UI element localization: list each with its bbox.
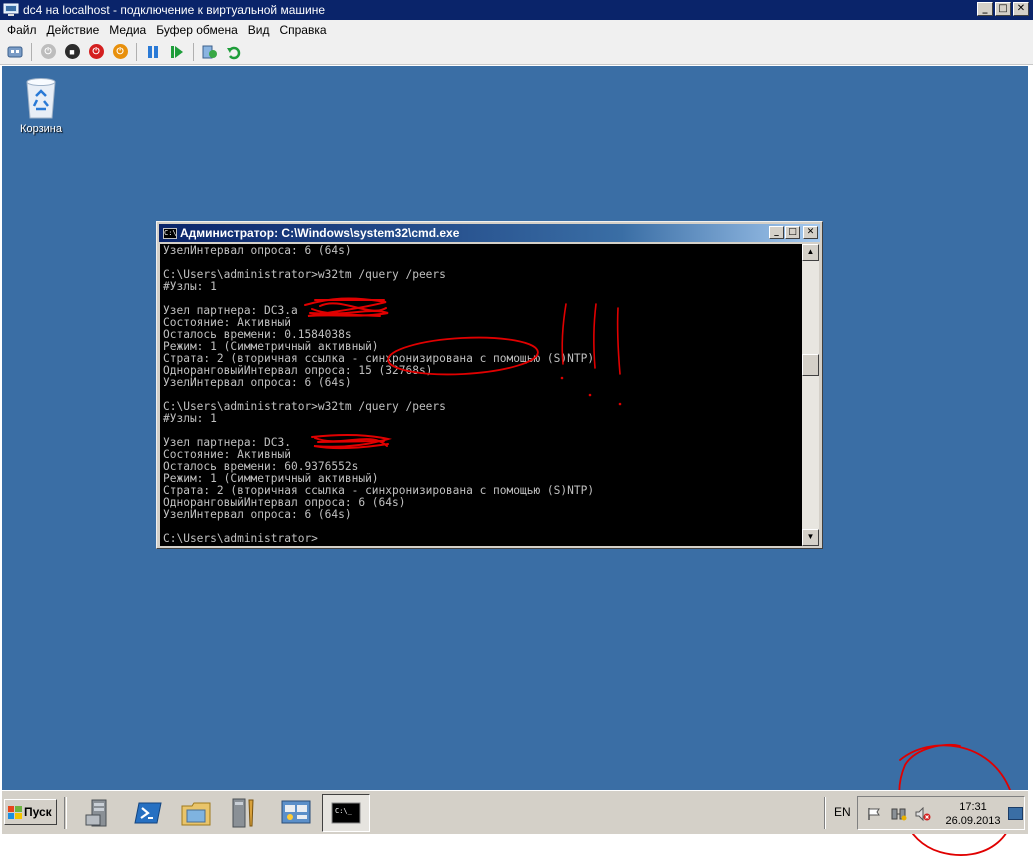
clock-date: 26.09.2013 <box>945 815 1001 827</box>
scroll-thumb[interactable] <box>802 354 819 376</box>
action-center-flag-icon[interactable] <box>866 807 882 821</box>
console-line: УзелИнтервал опроса: 6 (64s) <box>163 376 352 389</box>
show-desktop-button[interactable] <box>1008 807 1023 820</box>
cmd-icon[interactable]: C:\_ <box>322 794 370 832</box>
toolbar-separator <box>136 42 137 61</box>
toolbar-separator <box>31 42 32 61</box>
menu-bar: Файл Действие Медиа Буфер обмена Вид Спр… <box>0 20 1033 39</box>
cmd-minimize-button[interactable]: _ <box>769 226 784 239</box>
admin-tools-icon[interactable] <box>220 794 268 832</box>
notification-area: 17:31 26.09.2013 <box>857 796 1025 830</box>
close-button[interactable]: ✕ <box>1013 2 1029 16</box>
menu-help[interactable]: Справка <box>274 23 331 37</box>
cmd-title-bar[interactable]: C:\ Администратор: C:\Windows\system32\c… <box>159 224 820 242</box>
menu-clipboard[interactable]: Буфер обмена <box>151 23 243 37</box>
cmd-window-icon: C:\ <box>163 227 177 239</box>
clock[interactable]: 17:31 26.09.2013 <box>938 800 1008 828</box>
console-line: УзелИнтервал опроса: 6 (64s) <box>163 508 352 521</box>
console-line: УзелИнтервал опроса: 6 (64s) <box>163 244 352 257</box>
vm-connection-icon <box>3 3 19 16</box>
power-icon[interactable]: ⏻ <box>110 42 130 62</box>
windows-flag-icon <box>8 805 22 819</box>
taskbar: Пуск C:\_ EN 17:31 26.09.2013 <box>2 790 1028 834</box>
clock-time: 17:31 <box>959 801 987 813</box>
revert-icon[interactable] <box>224 42 244 62</box>
powershell-icon[interactable] <box>124 794 172 832</box>
snapshot-icon[interactable] <box>200 42 220 62</box>
control-panel-icon[interactable] <box>272 794 320 832</box>
start-button[interactable]: Пуск <box>4 799 57 825</box>
shutdown-icon[interactable]: ⏻ <box>86 42 106 62</box>
start-icon[interactable]: ⏻ <box>38 42 58 62</box>
vm-toolbar: ⏻ ■ ⏻ ⏻ <box>0 39 1033 65</box>
vm-window-title: dc4 на localhost - подключение к виртуал… <box>23 3 326 17</box>
pause-icon[interactable] <box>143 42 163 62</box>
tray-grip <box>824 797 826 829</box>
language-indicator[interactable]: EN <box>834 805 851 819</box>
console-line: #Узлы: 1 <box>163 412 217 425</box>
console-output[interactable]: УзелИнтервал опроса: 6 (64s) C:\Users\adm… <box>160 244 802 546</box>
toolbar-separator <box>193 42 194 61</box>
ctrl-alt-del-icon[interactable] <box>5 42 25 62</box>
svg-text:C:\_: C:\_ <box>335 807 353 815</box>
taskbar-grip <box>64 797 67 829</box>
network-icon[interactable] <box>891 807 907 821</box>
menu-file[interactable]: Файл <box>2 23 42 37</box>
menu-view[interactable]: Вид <box>243 23 275 37</box>
volume-muted-icon[interactable] <box>915 807 931 821</box>
menu-media[interactable]: Медиа <box>104 23 151 37</box>
console-line: C:\Users\administrator>w32tm /query /pee… <box>163 268 446 281</box>
scroll-down-button[interactable]: ▼ <box>802 529 819 546</box>
console-scrollbar[interactable]: ▲ ▼ <box>802 244 819 546</box>
recycle-bin-icon <box>24 76 58 120</box>
reset-icon[interactable] <box>167 42 187 62</box>
console-line: C:\Users\administrator> <box>163 532 318 545</box>
cmd-close-button[interactable]: ✕ <box>803 226 818 239</box>
console-line: #Узлы: 1 <box>163 280 217 293</box>
scroll-up-button[interactable]: ▲ <box>802 244 819 261</box>
server-manager-icon[interactable] <box>76 794 124 832</box>
turn-off-icon[interactable]: ■ <box>62 42 82 62</box>
menu-action[interactable]: Действие <box>42 23 105 37</box>
recycle-bin-label: Корзина <box>20 123 62 135</box>
start-label: Пуск <box>24 805 52 819</box>
console-line: C:\Users\administrator>w32tm /query /pee… <box>163 400 446 413</box>
cmd-window-title: Администратор: C:\Windows\system32\cmd.e… <box>180 226 460 240</box>
minimize-button[interactable]: _ <box>977 2 993 16</box>
vm-title-bar: dc4 на localhost - подключение к виртуал… <box>0 0 1033 20</box>
recycle-bin[interactable]: Корзина <box>14 76 68 135</box>
cmd-maximize-button[interactable]: □ <box>785 226 800 239</box>
maximize-button[interactable]: □ <box>995 2 1011 16</box>
cmd-window: C:\ Администратор: C:\Windows\system32\c… <box>156 221 823 549</box>
explorer-icon[interactable] <box>172 794 220 832</box>
